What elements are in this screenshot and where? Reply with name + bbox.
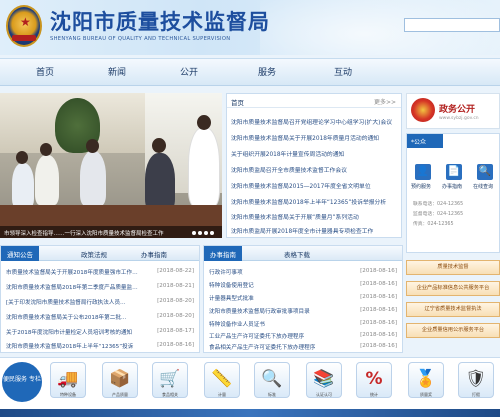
list-item[interactable]: 工业产品生产许可证委托下放办理程序 [2018-08-16] (209, 332, 401, 340)
list-item[interactable]: 行政许可事项 [2018-08-16] (209, 268, 401, 276)
link-credit-platform[interactable]: 企业质量信用公示服务平台 (406, 323, 500, 338)
news-list: 首页 更多>> 沈阳市质量技术监督局召开党组理论学习中心组学习(扩大)会议 沈阳… (226, 93, 402, 238)
notice-panel: 通知公告 政策法规 办事指南 市质量技术监督局关于开展2018年度质量强市工作…… (0, 245, 200, 353)
right-column: 政务公开 www.sybzj.gov.cn *公众 👤 预约服务 📄 办事指南 … (406, 93, 500, 253)
magnifier-icon[interactable]: 🔍 标准 (254, 362, 290, 398)
link-quality-supervision[interactable]: 质量技术监督 (406, 260, 500, 275)
nav-item-news[interactable]: 新闻 (108, 65, 126, 78)
tab-service-guide[interactable]: 办事指南 (204, 246, 242, 261)
list-item[interactable]: 沈阳市质量技术监督局行政审批事项目录 [2018-08-16] (209, 307, 401, 315)
gov-open-url: www.sybzj.gov.cn (439, 116, 479, 121)
slide-dot[interactable] (192, 231, 196, 235)
link-liaoning-enforcement[interactable]: 辽宁省质量技术监督执法 (406, 302, 500, 317)
slide-pager (190, 229, 214, 237)
document-icon[interactable]: 📄 (446, 164, 462, 180)
slide-dot[interactable] (198, 231, 202, 235)
service-label[interactable]: 预约服务 (411, 183, 431, 190)
nav-item-home[interactable]: 首页 (36, 65, 54, 78)
gov-open-banner[interactable]: 政务公开 www.sybzj.gov.cn (406, 93, 500, 129)
ruler-icon[interactable]: 📏 计量 (204, 362, 240, 398)
tab-public[interactable]: *公众 (407, 134, 443, 148)
link-standards-platform[interactable]: 企业产品标准信息公共服务平台 (406, 281, 500, 296)
news-item[interactable]: 沈阳市质量技术监督局关于开展2018年质量月活动的通知 (231, 133, 379, 142)
cart-icon[interactable]: 🛒 食品相关 (152, 362, 188, 398)
news-item[interactable]: 沈阳市质监局开展2018年度全市计量器具专项检查工作 (231, 226, 373, 235)
list-item[interactable]: 计量器具型式批准 [2018-08-16] (209, 294, 401, 302)
list-item[interactable]: 沈阳市质量技术监督局2018年上半年“12365”投诉 [2018-08-16] (6, 342, 198, 350)
slide-dot[interactable] (204, 231, 208, 235)
national-emblem-icon (411, 98, 435, 122)
list-item[interactable]: 沈阳市质量技术监督局关于公布2018年第二批… [2018-08-20] (6, 313, 198, 321)
tab-guide[interactable]: 办事指南 (141, 249, 167, 259)
list-item[interactable]: 沈阳市质量技术监督局2018年第二季度产品质量监… [2018-08-21] (6, 283, 198, 291)
list-item[interactable]: 关于2018年度沈阳市计量检定人员培训考核的通知 [2018-08-17] (6, 328, 198, 336)
search-input[interactable] (404, 18, 500, 32)
service-label[interactable]: 办事指南 (442, 183, 462, 190)
service-icon-strip: 便民服务 专栏 🚚 特种设备 📦 产品质量 🛒 食品相关 📏 计量 🔍 标准 📚 认证认可 … (0, 357, 500, 409)
list-item[interactable]: 食品相关产品生产许可证委托下放办理程序 [2018-08-16] (209, 343, 401, 351)
convenience-service-badge[interactable]: 便民服务 专栏 (2, 362, 42, 402)
person-icon[interactable]: 👤 (415, 164, 431, 180)
news-item[interactable]: 沈阳市质量技术监督局关于开展“质量月”系列活动 (231, 212, 359, 221)
main-nav: 首页 新闻 公开 服务 互动 (0, 58, 500, 86)
news-item[interactable]: 沈阳市质量技术监督局2018年上半年“12365”投诉举报分析 (231, 197, 386, 206)
public-service-box: *公众 👤 预约服务 📄 办事指南 🔍 在线查询 联系电话：024-12365 … (406, 133, 500, 253)
footer-bar (0, 409, 500, 417)
site-title: 沈阳市质量技术监督局 (50, 9, 270, 34)
service-info: 监督电话：024-12365 (413, 212, 464, 217)
nav-item-public[interactable]: 公开 (180, 65, 198, 78)
box-icon[interactable]: 📦 产品质量 (102, 362, 138, 398)
service-label[interactable]: 在线查询 (473, 183, 493, 190)
tab-policies[interactable]: 政策法规 (81, 249, 107, 259)
shield-icon[interactable]: 🛡 打假 (458, 362, 494, 398)
search-icon[interactable]: 🔍 (477, 164, 493, 180)
slide-caption[interactable]: 市领导深入检查指导……一行深入沈阳市质量技术监督局检查工作 (0, 226, 222, 238)
slide-dot[interactable] (210, 231, 214, 235)
news-item[interactable]: 沈阳市质监局召开全市质量技术监督工作会议 (231, 165, 347, 174)
gov-open-title: 政务公开 (439, 105, 476, 115)
site-header: ★ 沈阳市质量技术监督局 SHENYANG BUREAU OF QUALITY … (0, 0, 500, 55)
list-item[interactable]: 特种设备作业人员证书 [2018-08-16] (209, 320, 401, 328)
more-link[interactable]: 更多>> (374, 97, 396, 106)
list-item[interactable]: 市质量技术监督局关于开展2018年度质量强市工作… [2018-08-22] (6, 268, 198, 276)
tab-notices[interactable]: 通知公告 (1, 246, 39, 261)
medal-icon[interactable]: 🏅 质量奖 (408, 362, 444, 398)
list-item[interactable]: [关于印发沈阳市质量技术监督局行政执法人员… [2018-08-20] (6, 298, 198, 306)
truck-icon[interactable]: 🚚 特种设备 (50, 362, 86, 398)
bureau-emblem-icon: ★ (6, 5, 42, 47)
news-list-title: 首页 (231, 99, 244, 107)
nav-item-interact[interactable]: 互动 (334, 65, 352, 78)
service-info: 传真：024-12365 (413, 222, 454, 227)
percent-icon[interactable]: % 统计 (356, 362, 392, 398)
nav-item-service[interactable]: 服务 (258, 65, 276, 78)
list-item[interactable]: 特种设备使用登记 [2018-08-16] (209, 281, 401, 289)
external-links: 质量技术监督 企业产品标准信息公共服务平台 辽宁省质量技术监督执法 企业质量信用… (406, 258, 500, 353)
news-item[interactable]: 沈阳市质量技术监督局2015—2017年度全省文明单位 (231, 181, 371, 190)
news-item[interactable]: 沈阳市质量技术监督局召开党组理论学习中心组学习(扩大)会议 (231, 117, 392, 126)
site-subtitle: SHENYANG BUREAU OF QUALITY AND TECHNICAL… (50, 36, 231, 42)
news-slideshow[interactable]: 市领导深入检查指导……一行深入沈阳市质量技术监督局检查工作 (0, 93, 222, 238)
news-item[interactable]: 关于组织开展2018年计量宣传周活动的通知 (231, 149, 344, 158)
tab-downloads[interactable]: 表格下载 (284, 249, 310, 259)
guide-panel: 办事指南 表格下载 行政许可事项 [2018-08-16] 特种设备使用登记 [20… (203, 245, 403, 353)
book-icon[interactable]: 📚 认证认可 (306, 362, 342, 398)
service-info: 联系电话：024-12365 (413, 202, 464, 207)
